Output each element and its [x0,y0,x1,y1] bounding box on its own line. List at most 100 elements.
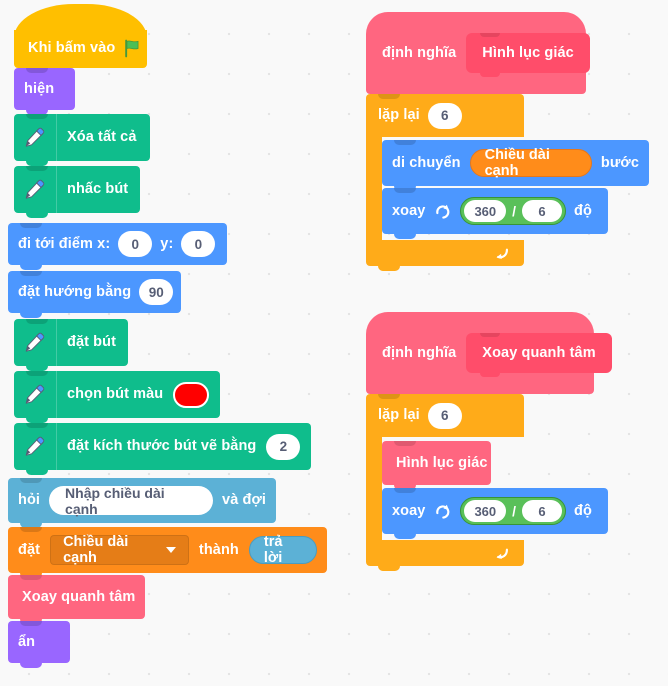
point-direction-input[interactable]: 90 [139,279,174,305]
division-operator-symbol: / [512,203,517,219]
hat-cap [14,4,147,38]
block-bump [20,663,42,668]
pen-icon [25,436,45,456]
loop-arrow-icon [496,248,508,259]
variable-dropdown-label: Chiều dài cạnh [63,534,129,566]
division-operator-block[interactable]: 360 / 6 [460,497,567,525]
loop-arrow-icon [496,548,508,559]
division-numerator-input[interactable]: 360 [464,200,507,222]
define-label: định nghĩa [382,44,457,61]
repeat-footer[interactable] [366,540,524,571]
block-turn-right[interactable]: xoay 360 / 6 độ [382,188,608,239]
when-flag-clicked-label: Khi bấm vào [28,40,116,57]
prototype-name-label: Hình lục giác [482,45,574,61]
block-bump [26,213,48,218]
turn-unit-label: độ [574,502,592,519]
pen-icon [25,384,45,404]
turn-label: xoay [392,202,426,219]
green-flag-icon [125,39,139,58]
block-erase-all[interactable]: Xóa tất cả [14,114,150,166]
repeat-label: lặp lại [378,107,420,124]
division-denominator-input[interactable]: 6 [522,200,563,222]
division-denominator-input[interactable]: 6 [522,500,563,522]
pen-icon [25,332,45,352]
set-pen-color-label: chọn bút màu [67,386,164,403]
point-direction-label: đặt hướng bằng [18,283,132,300]
block-show[interactable]: hiện [14,68,75,115]
repeat-header[interactable]: lặp lại 6 [366,394,524,437]
block-set-variable[interactable]: đặt Chiều dài cạnh thành trả lời [8,527,327,578]
set-variable-label-pre: đặt [18,541,41,558]
ask-label-post: và đợi [222,492,266,509]
block-call-hexagon[interactable]: Hình lục giác [382,441,491,490]
pen-icon [25,179,45,199]
prototype-name-label: Xoay quanh tâm [482,345,596,361]
call-hexagon-label: Hình lục giác [396,454,488,471]
turn-clockwise-icon [436,504,450,519]
goto-xy-label-y: y: [160,235,174,252]
division-numerator-input[interactable]: 360 [464,500,507,522]
custom-block-prototype-hexagon[interactable]: Hình lục giác [466,33,590,77]
block-goto-xy[interactable]: đi tới điểm x: 0 y: 0 [8,223,227,270]
turn-clockwise-icon [436,204,450,219]
division-operator-block[interactable]: 360 / 6 [460,197,567,225]
pen-color-swatch[interactable] [173,381,210,408]
division-operator-symbol: / [512,503,517,519]
turn-label: xoay [392,502,426,519]
block-when-flag-clicked[interactable]: Khi bấm vào [14,4,147,73]
show-label: hiện [24,80,55,97]
erase-all-label: Xóa tất cả [67,129,137,146]
ask-question-input[interactable]: Nhập chiều dài cạnh [49,485,214,517]
block-hide[interactable]: ẩn [8,621,70,668]
goto-xy-label-x: đi tới điểm x: [18,235,111,252]
move-label-post: bước [600,154,639,171]
block-pen-up[interactable]: nhấc bút [14,166,140,218]
icon-divider [56,166,57,213]
custom-block-prototype-rotate[interactable]: Xoay quanh tâm [466,333,612,377]
pen-icon [25,127,45,147]
block-bump [20,265,42,270]
blocks-workspace[interactable]: Khi bấm vào hiện Xóa tất cả nhấc bút đi … [0,0,668,686]
block-bump [394,234,416,239]
set-pen-size-label: đặt kích thước bút vẽ bằng [67,438,257,455]
block-ask-and-wait[interactable]: hỏi Nhập chiều dài cạnh và đợi [8,478,276,528]
icon-divider [56,423,57,470]
pen-up-label: nhấc bút [67,181,129,198]
hide-label: ẩn [18,633,36,650]
answer-reporter[interactable]: trả lời [248,534,317,566]
block-define-hexagon[interactable]: định nghĩa Hình lục giác [366,12,590,94]
repeat-arm [366,437,382,540]
block-pen-down[interactable]: đặt bút [14,319,128,371]
block-define-rotate-around-center[interactable]: định nghĩa Xoay quanh tâm [366,312,612,394]
chevron-down-icon [165,547,176,553]
block-set-pen-color[interactable]: chọn bút màu [14,371,220,423]
pen-size-input[interactable]: 2 [266,433,301,460]
variable-reporter-side-length[interactable]: Chiều dài cạnh [469,147,592,179]
block-bump [20,313,42,318]
block-call-rotate-around-center[interactable]: Xoay quanh tâm [8,575,145,624]
ask-label-pre: hỏi [18,492,41,509]
icon-divider [56,114,57,161]
repeat-header[interactable]: lặp lại 6 [366,94,524,137]
set-variable-label-mid: thành [198,541,239,558]
repeat-times-input[interactable]: 6 [427,102,462,129]
repeat-label: lặp lại [378,407,420,424]
repeat-times-input[interactable]: 6 [427,402,462,429]
repeat-arm [366,137,382,240]
define-label: định nghĩa [382,344,457,361]
goto-y-input[interactable]: 0 [181,231,216,257]
block-set-pen-size[interactable]: đặt kích thước bút vẽ bằng 2 [14,423,311,475]
block-bump [26,470,48,475]
repeat-footer[interactable] [366,240,524,271]
block-bump [394,534,416,539]
icon-divider [56,371,57,418]
call-rotate-label: Xoay quanh tâm [22,588,136,605]
variable-dropdown[interactable]: Chiều dài cạnh [50,534,189,566]
goto-x-input[interactable]: 0 [118,231,153,257]
block-turn-right[interactable]: xoay 360 / 6 độ [382,488,608,539]
block-point-in-direction[interactable]: đặt hướng bằng 90 [8,271,181,318]
block-move-steps[interactable]: di chuyển Chiều dài cạnh bước [382,140,649,191]
turn-unit-label: độ [574,202,592,219]
icon-divider [56,319,57,366]
move-label-pre: di chuyển [392,154,461,171]
